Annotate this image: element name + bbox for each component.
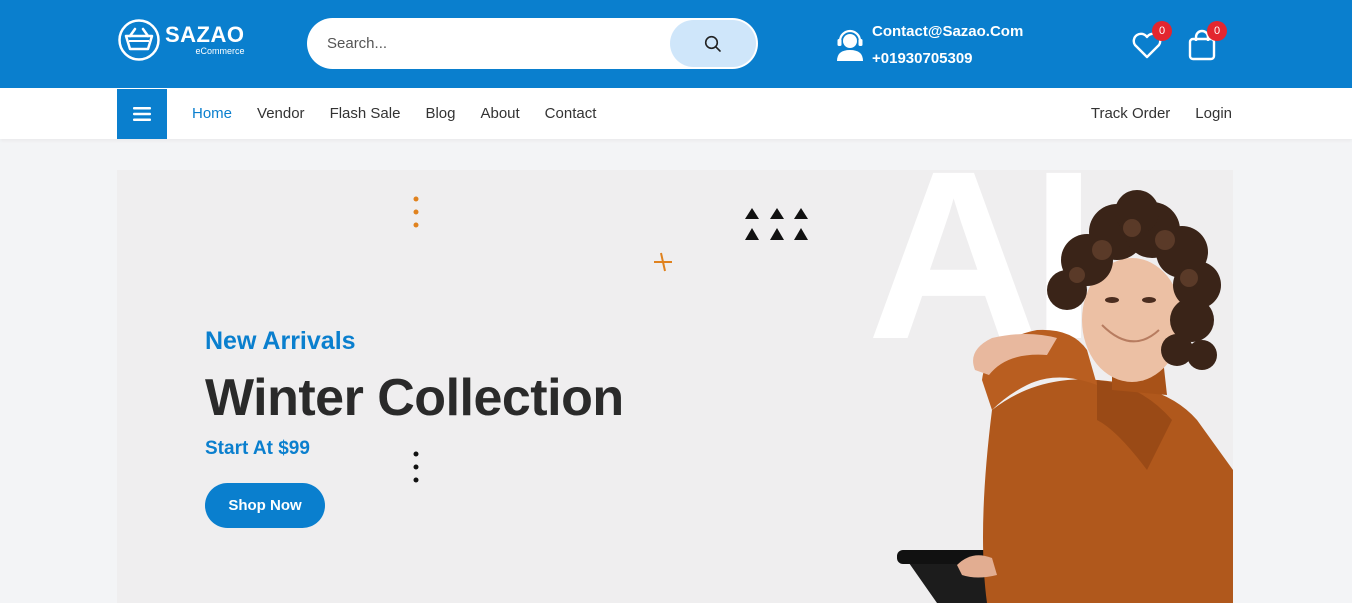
login-link[interactable]: Login [1195, 105, 1232, 122]
logo[interactable]: SAZAO eCommerce [117, 18, 247, 62]
contact-phone[interactable]: +01930705309 [872, 45, 1023, 72]
contact-info: Contact@Sazao.Com +01930705309 [834, 20, 1023, 70]
nav-item-about[interactable]: About [480, 105, 519, 122]
nav-item-vendor[interactable]: Vendor [257, 105, 305, 122]
hero-model-image [897, 190, 1233, 603]
hero-banner: AI New Arrivals Winter Collection Start … [117, 170, 1233, 603]
search-input[interactable] [307, 18, 669, 69]
search-button[interactable] [670, 20, 756, 67]
nav-item-blog[interactable]: Blog [425, 105, 455, 122]
track-order-link[interactable]: Track Order [1091, 105, 1170, 122]
triangles-decoration [745, 208, 808, 240]
nav-item-home[interactable]: Home [192, 105, 232, 122]
nav-item-contact[interactable]: Contact [545, 105, 597, 122]
brand-tagline: eCommerce [195, 46, 245, 56]
brand-name: SAZAO [165, 22, 245, 47]
black-dots-decoration [413, 451, 419, 483]
orange-dots-decoration [413, 196, 419, 228]
top-header: SAZAO eCommerce Contact@Sazao.Com +01930… [0, 0, 1352, 88]
hero-price: Start At $99 [205, 438, 310, 459]
cart-button[interactable]: 0 [1186, 21, 1227, 64]
cart-count-badge: 0 [1207, 21, 1227, 41]
search-icon [704, 35, 721, 52]
wishlist-count-badge: 0 [1152, 21, 1172, 41]
wishlist-button[interactable]: 0 [1130, 21, 1172, 64]
orange-cross-decoration [654, 252, 672, 272]
nav-right-links: Track Order Login [1066, 88, 1232, 139]
headset-icon [837, 29, 863, 61]
category-menu-button[interactable] [117, 89, 167, 139]
nav-item-flash-sale[interactable]: Flash Sale [330, 105, 401, 122]
hero-title: Winter Collection [205, 369, 624, 427]
hero-subtitle: New Arrivals [205, 327, 356, 355]
main-nav: Home Vendor Flash Sale Blog About Contac… [0, 88, 1352, 139]
nav-links: Home Vendor Flash Sale Blog About Contac… [192, 88, 621, 139]
shop-now-button[interactable]: Shop Now [205, 483, 325, 528]
logo-basket-icon [118, 19, 160, 61]
contact-email[interactable]: Contact@Sazao.Com [872, 18, 1023, 45]
hamburger-icon [133, 107, 151, 121]
search-bar [307, 18, 758, 69]
